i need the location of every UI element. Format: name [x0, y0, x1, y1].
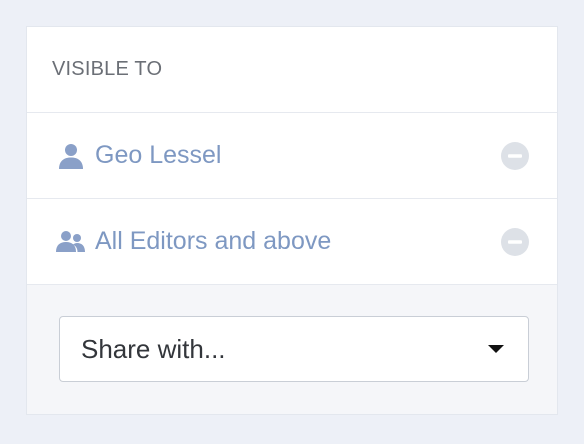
share-list-item-label[interactable]: Geo Lessel	[95, 141, 501, 170]
panel-header: VISIBLE TO	[27, 27, 557, 113]
remove-share-button[interactable]	[501, 141, 529, 170]
caret-down-icon	[488, 345, 504, 353]
remove-share-button[interactable]	[501, 227, 529, 256]
minus-circle-icon	[501, 141, 529, 170]
users-icon	[56, 227, 86, 257]
share-footer: Share with...	[27, 285, 557, 414]
visible-to-panel: VISIBLE TO Geo Lessel All Editors and ab…	[26, 26, 558, 415]
share-list-item-label[interactable]: All Editors and above	[95, 227, 501, 256]
user-icon	[56, 141, 86, 171]
minus-circle-icon	[501, 227, 529, 256]
share-with-value: Share with...	[81, 333, 226, 364]
share-list-item: Geo Lessel	[27, 113, 557, 199]
panel-title: VISIBLE TO	[52, 58, 163, 80]
share-with-select[interactable]: Share with...	[59, 316, 529, 382]
share-list-item: All Editors and above	[27, 199, 557, 285]
